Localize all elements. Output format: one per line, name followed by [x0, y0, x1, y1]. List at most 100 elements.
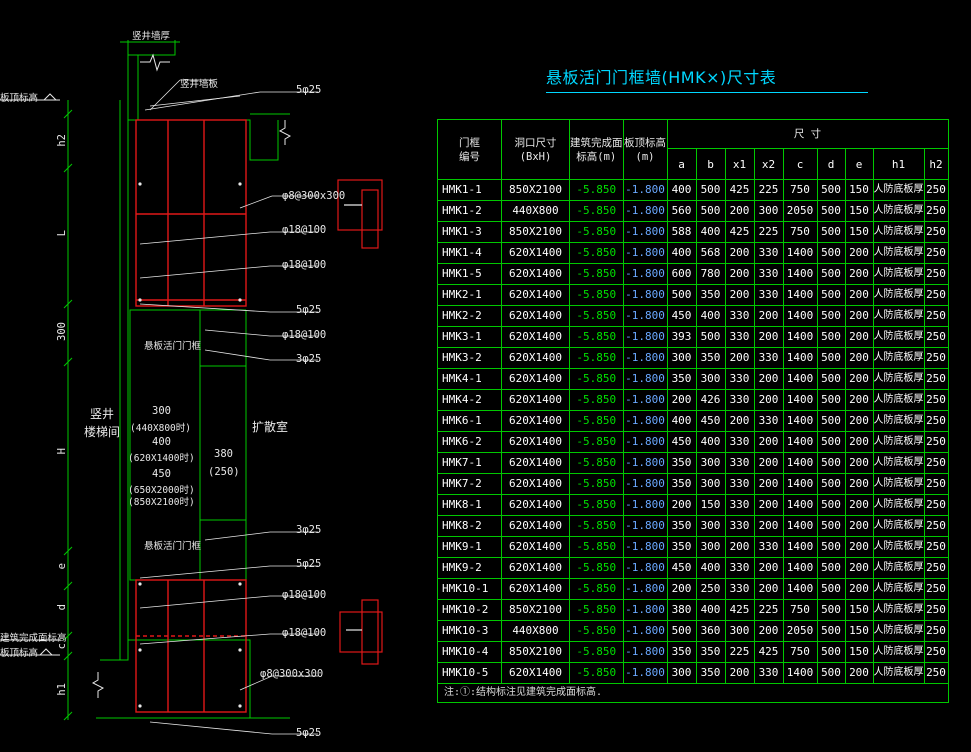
cell-dim-h2: 250: [923, 620, 949, 642]
cell-dim-a: 300: [666, 347, 697, 369]
cell-finish-elev: -5.850: [569, 368, 624, 390]
cell-dim-h2: 250: [923, 662, 949, 684]
cell-dim-b: 350: [695, 662, 726, 684]
cell-dim-c: 1400: [782, 557, 818, 579]
cell-dim-e: 150: [844, 179, 874, 201]
cell-slab-elev: -1.800: [622, 326, 668, 348]
cell-dim-x2: 200: [753, 389, 784, 411]
cell-finish-elev: -5.850: [569, 473, 624, 495]
cell-door-id: HMK10-3: [437, 620, 502, 642]
cell-finish-elev: -5.850: [569, 641, 624, 663]
cell-dim-b: 150: [695, 494, 726, 516]
cell-dim-b: 300: [695, 515, 726, 537]
cell-door-id: HMK10-2: [437, 599, 502, 621]
cell-dim-c: 1400: [782, 410, 818, 432]
cell-dim-x2: 330: [753, 263, 784, 285]
header-opening: 洞口尺寸 (BxH): [501, 119, 570, 180]
rebar-label: φ18@100: [282, 329, 327, 341]
table-row: HMK10-1 620X1400 -5.850 -1.800 200 250 330 200 1…: [437, 578, 949, 600]
cell-slab-elev: -1.800: [622, 494, 668, 516]
cell-dim-x1: 330: [724, 389, 755, 411]
table-row: HMK6-2 620X1400 -5.850 -1.800 450 400 330 200 14…: [437, 431, 949, 453]
cell-dim-h1: 人防底板厚: [872, 410, 925, 432]
cell-door-id: HMK4-1: [437, 368, 502, 390]
cell-door-id: HMK9-1: [437, 536, 502, 558]
cell-dim-h2: 250: [923, 347, 949, 369]
cell-dim-b: 250: [695, 578, 726, 600]
cell-opening-size: 620X1400: [501, 347, 570, 369]
cell-dim-x2: 200: [753, 494, 784, 516]
cell-dim-x1: 330: [724, 473, 755, 495]
cell-dim-a: 450: [666, 305, 697, 327]
cell-dim-a: 200: [666, 578, 697, 600]
cell-dim-h1: 人防底板厚: [872, 368, 925, 390]
shaft-wall-label: 竖井墙板: [180, 79, 219, 90]
header-dim-c: c: [782, 148, 818, 180]
cell-door-id: HMK6-1: [437, 410, 502, 432]
cell-dim-e: 200: [844, 242, 874, 264]
cell-dim-h2: 250: [923, 221, 949, 243]
cell-dim-a: 600: [666, 263, 697, 285]
door-symbol-lower: [339, 599, 383, 665]
cell-door-id: HMK1-3: [437, 221, 502, 243]
cell-dim-h1: 人防底板厚: [872, 263, 925, 285]
cell-dim-x1: 330: [724, 368, 755, 390]
cell-dim-e: 200: [844, 578, 874, 600]
cell-dim-d: 500: [816, 305, 846, 327]
rebar-label: φ8@300x300: [260, 668, 324, 680]
cell-dim-x2: 330: [753, 242, 784, 264]
cell-door-id: HMK7-2: [437, 473, 502, 495]
cell-finish-elev: -5.850: [569, 263, 624, 285]
table-row: HMK1-4 620X1400 -5.850 -1.800 400 568 200 330 14…: [437, 242, 949, 264]
cell-slab-elev: -1.800: [622, 641, 668, 663]
rebar-label: 5φ25: [296, 84, 322, 96]
cell-door-id: HMK1-4: [437, 242, 502, 264]
cell-dim-h2: 250: [923, 368, 949, 390]
cell-opening-size: 620X1400: [501, 284, 570, 306]
cell-finish-elev: -5.850: [569, 599, 624, 621]
cell-dim-x2: 225: [753, 599, 784, 621]
cell-dim-c: 1400: [782, 473, 818, 495]
cell-opening-size: 850X2100: [501, 179, 570, 201]
cell-dim-x1: 330: [724, 431, 755, 453]
cell-slab-elev: -1.800: [622, 536, 668, 558]
cell-dim-x2: 300: [753, 200, 784, 222]
cell-slab-elev: -1.800: [622, 599, 668, 621]
cell-door-id: HMK6-2: [437, 431, 502, 453]
cell-slab-elev: -1.800: [622, 242, 668, 264]
table-row: HMK1-3 850X2100 -5.850 -1.800 588 400 425 225 75…: [437, 221, 949, 243]
cell-dim-c: 1400: [782, 452, 818, 474]
cell-dim-h1: 人防底板厚: [872, 515, 925, 537]
cell-dim-h2: 250: [923, 389, 949, 411]
cell-dim-h2: 250: [923, 452, 949, 474]
cell-dim-a: 350: [666, 452, 697, 474]
cell-dim-d: 500: [816, 368, 846, 390]
table-title-underline: [546, 92, 868, 93]
cell-dim-x1: 200: [724, 347, 755, 369]
cell-dim-d: 500: [816, 473, 846, 495]
cell-dim-b: 350: [695, 641, 726, 663]
cell-dim-a: 380: [666, 599, 697, 621]
dim-380: 380: [214, 448, 233, 460]
cell-dim-h1: 人防底板厚: [872, 662, 925, 684]
cell-dim-d: 500: [816, 221, 846, 243]
cell-door-id: HMK9-2: [437, 557, 502, 579]
cell-dim-x1: 200: [724, 263, 755, 285]
cell-dim-h2: 250: [923, 305, 949, 327]
cell-opening-size: 620X1400: [501, 473, 570, 495]
dim-label-h2: h2: [56, 134, 68, 147]
cell-dim-x2: 330: [753, 347, 784, 369]
cell-finish-elev: -5.850: [569, 347, 624, 369]
cell-dim-x1: 425: [724, 179, 755, 201]
cell-dim-h1: 人防底板厚: [872, 389, 925, 411]
rebar-label: φ8@300x300: [282, 190, 346, 202]
cell-dim-x2: 200: [753, 326, 784, 348]
header-dim-h1: h1: [872, 148, 925, 180]
dim-label-h1: h1: [56, 683, 68, 696]
table-body: HMK1-1 850X2100 -5.850 -1.800 400 500 425 225 75…: [437, 179, 949, 684]
cell-dim-a: 400: [666, 242, 697, 264]
cell-dim-d: 500: [816, 431, 846, 453]
cell-dim-x1: 300: [724, 620, 755, 642]
dim-label-e: e: [56, 563, 68, 570]
dim-label-d: d: [56, 604, 68, 611]
